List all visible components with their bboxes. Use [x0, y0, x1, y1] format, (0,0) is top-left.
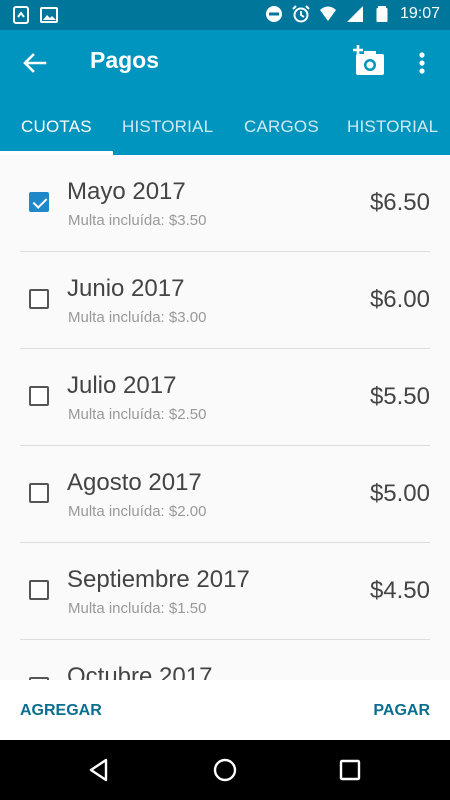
payment-title: Julio 2017	[67, 372, 177, 399]
payment-amount: $5.00	[369, 480, 430, 507]
status-left-icons	[12, 6, 58, 24]
payment-title: Octubre 2017	[67, 663, 213, 680]
list-item[interactable]: Junio 2017 Multa incluída: $3.00 $6.00	[0, 252, 450, 349]
system-nav-bar	[0, 740, 450, 800]
signal-icon	[346, 6, 363, 22]
status-bar: 19:07	[0, 0, 450, 30]
nav-back-icon[interactable]	[86, 757, 112, 783]
payment-amount: $5.50	[369, 383, 430, 410]
checkbox[interactable]	[29, 483, 49, 503]
tab-cargos[interactable]: CARGOS	[244, 117, 319, 137]
payment-amount: $6.50	[369, 189, 430, 216]
payment-title: Septiembre 2017	[67, 566, 250, 593]
payment-fine: Multa incluída: $2.00	[68, 503, 207, 520]
do-not-disturb-icon	[265, 6, 282, 22]
tab-bar: CUOTAS HISTORIAL CARGOS HISTORIAL	[0, 106, 450, 155]
payment-title: Mayo 2017	[67, 178, 186, 205]
add-button[interactable]: AGREGAR	[20, 702, 102, 720]
pay-button[interactable]: PAGAR	[373, 702, 430, 720]
status-right-icons: 19:07	[265, 5, 440, 23]
tab-historial-cargos[interactable]: HISTORIAL	[347, 117, 438, 137]
nav-recents-icon[interactable]	[337, 757, 363, 783]
app-bar: Pagos CUOTAS HISTORIAL CARGOS HISTORIAL	[0, 30, 450, 155]
list-item[interactable]: Agosto 2017 Multa incluída: $2.00 $5.00	[0, 446, 450, 543]
wifi-icon	[319, 6, 336, 21]
status-time: 19:07	[399, 5, 440, 22]
action-bar: AGREGAR PAGAR	[0, 680, 450, 740]
tab-cuotas[interactable]: CUOTAS	[21, 117, 92, 137]
payment-title: Agosto 2017	[67, 469, 202, 496]
back-arrow-icon[interactable]	[20, 48, 50, 78]
list-item[interactable]: Mayo 2017 Multa incluída: $3.50 $6.50	[0, 155, 450, 252]
alarm-icon	[292, 5, 310, 23]
payment-title: Junio 2017	[67, 275, 185, 302]
checkbox-checked[interactable]	[29, 192, 49, 212]
checkbox[interactable]	[29, 580, 49, 600]
payment-fine: Multa incluída: $3.50	[68, 212, 207, 229]
checkbox[interactable]	[29, 289, 49, 309]
more-vert-icon[interactable]	[412, 48, 432, 78]
payment-fine: Multa incluída: $3.00	[68, 309, 207, 326]
nav-home-icon[interactable]	[212, 757, 238, 783]
payment-amount: $4.50	[369, 577, 430, 604]
payment-amount: $6.00	[369, 286, 430, 313]
payment-list: Mayo 2017 Multa incluída: $3.50 $6.50 Ju…	[0, 155, 450, 680]
add-photo-icon[interactable]	[352, 44, 386, 78]
checkbox[interactable]	[29, 386, 49, 406]
page-title: Pagos	[90, 47, 160, 73]
image-notification-icon	[40, 7, 58, 23]
list-item[interactable]: Julio 2017 Multa incluída: $2.50 $5.50	[0, 349, 450, 446]
payment-fine: Multa incluída: $2.50	[68, 406, 207, 423]
payment-fine: Multa incluída: $1.50	[68, 600, 207, 617]
tab-historial[interactable]: HISTORIAL	[122, 117, 213, 137]
battery-icon	[376, 6, 388, 22]
list-item[interactable]: Octubre 2017	[0, 640, 450, 680]
phone-notification-icon	[13, 6, 29, 24]
list-item[interactable]: Septiembre 2017 Multa incluída: $1.50 $4…	[0, 543, 450, 640]
